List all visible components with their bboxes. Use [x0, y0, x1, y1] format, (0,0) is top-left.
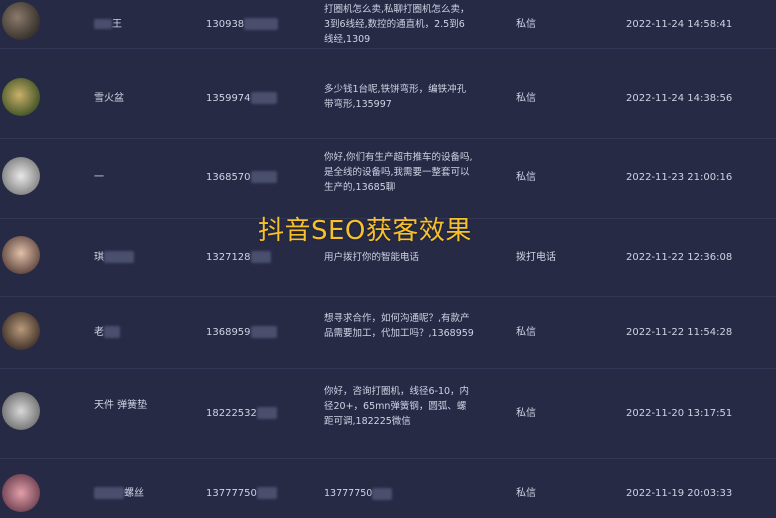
- contact-name: 天件 弹簧垫: [94, 400, 148, 411]
- redaction-blur: [94, 19, 112, 29]
- message-text: 13777750: [324, 486, 474, 501]
- avatar: [2, 474, 40, 512]
- list-item[interactable]: 螺丝 13777750 13777750 私信 2022-11-19 20:03…: [0, 458, 776, 518]
- redaction-blur: [104, 326, 120, 338]
- redaction-blur: [256, 407, 277, 419]
- list-item[interactable]: 老 1368959 想寻求合作，如何沟通呢？,有款产品需要加工，代加工吗？,13…: [0, 296, 776, 369]
- message-text: 你好，咨询打圈机，线径6-10，内径20+，65mn弹簧钢，圆弧、螺距可调,18…: [324, 386, 470, 427]
- avatar: [2, 392, 40, 430]
- message-text: 打圈机怎么卖,私聊打圈机怎么卖，3到6线经,数控的通直机，2.5到6线经,130…: [324, 4, 470, 45]
- contact-name: 王: [94, 17, 122, 32]
- avatar: [2, 78, 40, 116]
- message-text: 用户拨打你的智能电话: [324, 252, 420, 263]
- timestamp: 2022-11-19 20:03:33: [626, 488, 733, 499]
- watermark-caption: 抖音SEO获客效果: [258, 216, 472, 246]
- message-text: 你好,你们有生产超市推车的设备吗,是全线的设备吗,我需要一整套可以生产的,136…: [324, 152, 473, 193]
- redaction-blur: [94, 487, 124, 499]
- contact-phone: 1368959: [206, 325, 277, 340]
- contact-phone: 18222532: [206, 406, 277, 421]
- redaction-blur: [256, 487, 277, 499]
- message-text: 多少钱1台呢,铁饼弯形，编铁冲孔带弯形,135997: [324, 84, 467, 110]
- contact-phone: 13777750: [206, 486, 277, 501]
- timestamp: 2022-11-24 14:58:41: [626, 19, 733, 30]
- contact-type: 拨打电话: [516, 252, 556, 263]
- redaction-blur: [244, 18, 279, 30]
- avatar: [2, 157, 40, 195]
- contact-type: 私信: [516, 327, 536, 338]
- contact-name: 老: [94, 325, 120, 340]
- avatar: [2, 2, 40, 40]
- contact-name: 琪: [94, 250, 134, 265]
- timestamp: 2022-11-22 12:36:08: [626, 252, 733, 263]
- contact-name: 雪火盆: [94, 93, 124, 104]
- contact-phone: 130938: [206, 17, 279, 32]
- contact-name: 一: [94, 172, 104, 183]
- redaction-blur: [250, 171, 277, 183]
- avatar: [2, 312, 40, 350]
- list-item[interactable]: 雪火盆 1359974 多少钱1台呢,铁饼弯形，编铁冲孔带弯形,135997 私…: [0, 60, 776, 139]
- redaction-blur: [372, 487, 393, 500]
- contact-type: 私信: [516, 19, 536, 30]
- timestamp: 2022-11-20 13:17:51: [626, 408, 733, 419]
- contact-phone: 1327128: [206, 250, 271, 265]
- contact-phone: 1368570: [206, 170, 277, 185]
- contact-name: 螺丝: [94, 486, 144, 501]
- redaction-blur: [250, 92, 277, 104]
- contact-type: 私信: [516, 488, 536, 499]
- redaction-blur: [250, 326, 277, 338]
- list-item[interactable]: 一 1368570 你好,你们有生产超市推车的设备吗,是全线的设备吗,我需要一整…: [0, 138, 776, 219]
- list-item[interactable]: 天件 弹簧垫 18222532 你好，咨询打圈机，线径6-10，内径20+，65…: [0, 368, 776, 459]
- timestamp: 2022-11-23 21:00:16: [626, 172, 733, 183]
- timestamp: 2022-11-24 14:38:56: [626, 93, 733, 104]
- timestamp: 2022-11-22 11:54:28: [626, 327, 733, 338]
- redaction-blur: [250, 251, 271, 263]
- contact-type: 私信: [516, 172, 536, 183]
- redaction-blur: [104, 251, 134, 263]
- message-text: 想寻求合作，如何沟通呢？,有款产品需要加工，代加工吗？,1368959: [324, 313, 474, 339]
- contact-type: 私信: [516, 93, 536, 104]
- list-item[interactable]: 王 130938 打圈机怎么卖,私聊打圈机怎么卖，3到6线经,数控的通直机，2.…: [0, 0, 776, 49]
- contact-phone: 1359974: [206, 91, 277, 106]
- avatar: [2, 236, 40, 274]
- contact-type: 私信: [516, 408, 536, 419]
